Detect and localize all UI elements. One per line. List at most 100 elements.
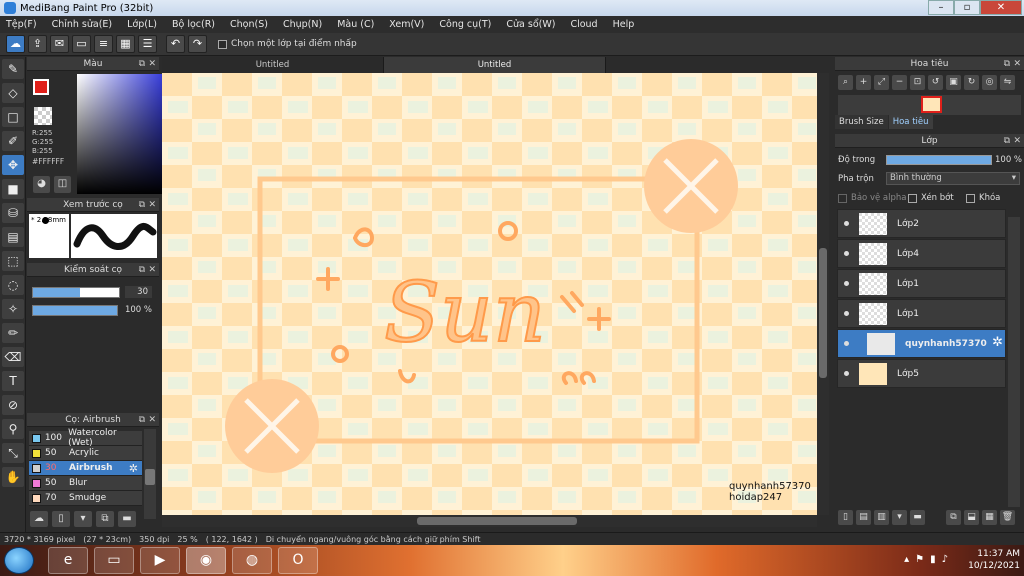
layer-item[interactable]: Lớp1 — [837, 269, 1006, 298]
menu-view[interactable]: Xem(V) — [389, 19, 424, 30]
redo-icon[interactable]: ↷ — [188, 35, 207, 53]
layer-item[interactable]: Lớp1 — [837, 299, 1006, 328]
menu-color[interactable]: Màu (C) — [337, 19, 374, 30]
menu-layer[interactable]: Lớp(L) — [127, 19, 157, 30]
blend-mode-select[interactable]: Bình thường ▾ — [886, 172, 1020, 185]
lock-checkbox[interactable]: Khóa — [966, 193, 1000, 203]
layer-list-scrollbar[interactable] — [1008, 217, 1020, 507]
eye-icon[interactable] — [844, 281, 849, 286]
menu-help[interactable]: Help — [613, 19, 635, 30]
new-8bit-layer-icon[interactable]: ▥ — [874, 510, 889, 525]
system-tray-icons[interactable]: ▴⚑▮♪ — [904, 554, 954, 565]
divide-tool-icon[interactable]: ⊘ — [2, 395, 24, 415]
eraser-tool-icon[interactable]: ◇ — [2, 83, 24, 103]
marquee-icon[interactable]: ⬚ — [2, 251, 24, 271]
folder-icon[interactable]: ▬ — [118, 511, 136, 527]
menu-window[interactable]: Cửa sổ(W) — [506, 19, 555, 30]
undo-icon[interactable]: ↶ — [166, 35, 185, 53]
eye-icon[interactable] — [844, 251, 849, 256]
media-player-icon[interactable]: ▶ — [140, 547, 180, 574]
file-explorer-icon[interactable]: ▭ — [94, 547, 134, 574]
start-button[interactable] — [4, 547, 34, 574]
fit-icon[interactable]: ⤢ — [874, 75, 889, 90]
pin-icon[interactable]: ⧉ — [139, 57, 145, 71]
duplicate-layer-icon[interactable]: ⧉ — [946, 510, 961, 525]
menu-tools[interactable]: Công cụ(T) — [439, 19, 491, 30]
grid-icon[interactable]: ▦ — [116, 35, 135, 53]
share-icon[interactable]: ⇪ — [28, 35, 47, 53]
select-eraser-icon[interactable]: ⌫ — [2, 347, 24, 367]
reset-rotation-icon[interactable]: ◎ — [982, 75, 997, 90]
brush-size-value-box[interactable]: 30 — [125, 286, 152, 298]
brush-opacity-slider[interactable] — [32, 305, 118, 316]
select-layer-on-click-checkbox[interactable]: Chọn một lớp tại điểm nhấp — [218, 39, 357, 49]
delete-layer-icon[interactable]: 🗑 — [1000, 510, 1015, 525]
eye-icon[interactable] — [844, 221, 849, 226]
brush-size-slider[interactable] — [32, 287, 120, 298]
list-icon[interactable]: ☰ — [138, 35, 157, 53]
pin-icon[interactable]: ⧉ — [139, 413, 145, 427]
canvas-vertical-scrollbar[interactable] — [817, 73, 829, 515]
checkbox-icon[interactable] — [966, 193, 975, 203]
brush-list-scrollbar[interactable] — [144, 429, 156, 519]
text-tool-icon[interactable]: T — [2, 371, 24, 391]
protect-alpha-checkbox[interactable]: Bảo vệ alpha — [838, 193, 906, 203]
comment-icon[interactable]: ✉ — [50, 35, 69, 53]
add-layer-menu-icon[interactable]: ▾ — [892, 510, 907, 525]
scroll-thumb[interactable] — [417, 517, 577, 525]
close-icon[interactable]: ✕ — [148, 57, 156, 71]
tab-navigator[interactable]: Hoa tiêu — [888, 115, 933, 129]
gear-icon[interactable]: ✲ — [129, 462, 138, 475]
fit-window-icon[interactable]: ▣ — [946, 75, 961, 90]
new-halftone-layer-icon[interactable]: ▤ — [856, 510, 871, 525]
layer-item[interactable]: Lớp2 — [837, 209, 1006, 238]
close-icon[interactable]: ✕ — [148, 413, 156, 427]
brush-tool-icon[interactable]: ✎ — [2, 59, 24, 79]
transparent-swatch[interactable] — [34, 107, 52, 125]
scroll-thumb[interactable] — [819, 248, 827, 378]
browser-ie-icon[interactable]: e — [48, 547, 88, 574]
gear-icon[interactable]: ✲ — [992, 335, 1003, 350]
new-brush-icon[interactable]: ▯ — [52, 511, 70, 527]
hand-tool-icon[interactable]: ✋ — [2, 467, 24, 487]
layer-item[interactable]: Lớp5 — [837, 359, 1006, 388]
clipping-checkbox[interactable]: Xén bớt — [908, 193, 954, 203]
new-layer-icon[interactable]: ▯ — [838, 510, 853, 525]
brush-menu-icon[interactable]: ▾ — [74, 511, 92, 527]
canvas-horizontal-scrollbar[interactable] — [162, 515, 817, 527]
pin-icon[interactable]: ⧉ — [139, 198, 145, 212]
menu-cloud[interactable]: Cloud — [570, 19, 597, 30]
fill-rect-icon[interactable]: ■ — [2, 179, 24, 199]
pen-tool-icon[interactable]: ✐ — [2, 131, 24, 151]
pin-icon[interactable]: ⧉ — [1004, 134, 1010, 148]
clock[interactable]: 11:37 AM 10/12/2021 — [968, 548, 1020, 572]
close-icon[interactable]: ✕ — [1013, 134, 1021, 148]
tab-untitled-1[interactable]: Untitled — [162, 57, 384, 73]
minimize-button[interactable]: – — [928, 0, 954, 15]
gradient-icon[interactable]: ▤ — [2, 227, 24, 247]
zoom-icon[interactable]: ⌕ — [838, 75, 853, 90]
menu-select[interactable]: Chọn(S) — [230, 19, 268, 30]
close-button[interactable]: ✕ — [980, 0, 1022, 15]
brush-item-airbrush[interactable]: 30 Airbrush ✲ — [29, 461, 142, 476]
saturation-value-picker[interactable] — [77, 74, 167, 194]
document-icon[interactable]: ≡ — [94, 35, 113, 53]
canvas-area[interactable]: Sun quynhanh57370 hoidap247 — [162, 73, 817, 515]
tab-untitled-2[interactable]: Untitled — [384, 57, 606, 73]
eye-icon[interactable] — [844, 311, 849, 316]
eye-icon[interactable] — [844, 341, 849, 346]
close-icon[interactable]: ✕ — [1013, 57, 1021, 71]
menu-filter[interactable]: Bộ lọc(R) — [172, 19, 215, 30]
menu-file[interactable]: Tệp(F) — [6, 19, 37, 30]
checkbox-icon[interactable] — [838, 193, 847, 203]
eye-icon[interactable] — [844, 371, 849, 376]
brush-item-acrylic[interactable]: 50 Acrylic — [29, 446, 142, 461]
rectangle-select-icon[interactable]: □ — [2, 107, 24, 127]
operation-icon[interactable]: ⤡ — [2, 443, 24, 463]
maximize-button[interactable]: ▫ — [954, 0, 980, 15]
canvas-artwork[interactable]: Sun quynhanh57370 hoidap247 — [162, 73, 817, 515]
layer-opacity-slider[interactable] — [886, 155, 992, 165]
eyedropper-icon[interactable]: ⚲ — [2, 419, 24, 439]
rotate-left-icon[interactable]: ↺ — [928, 75, 943, 90]
layer-item-selected[interactable]: quynhanh57370 ✲ — [837, 329, 1006, 358]
